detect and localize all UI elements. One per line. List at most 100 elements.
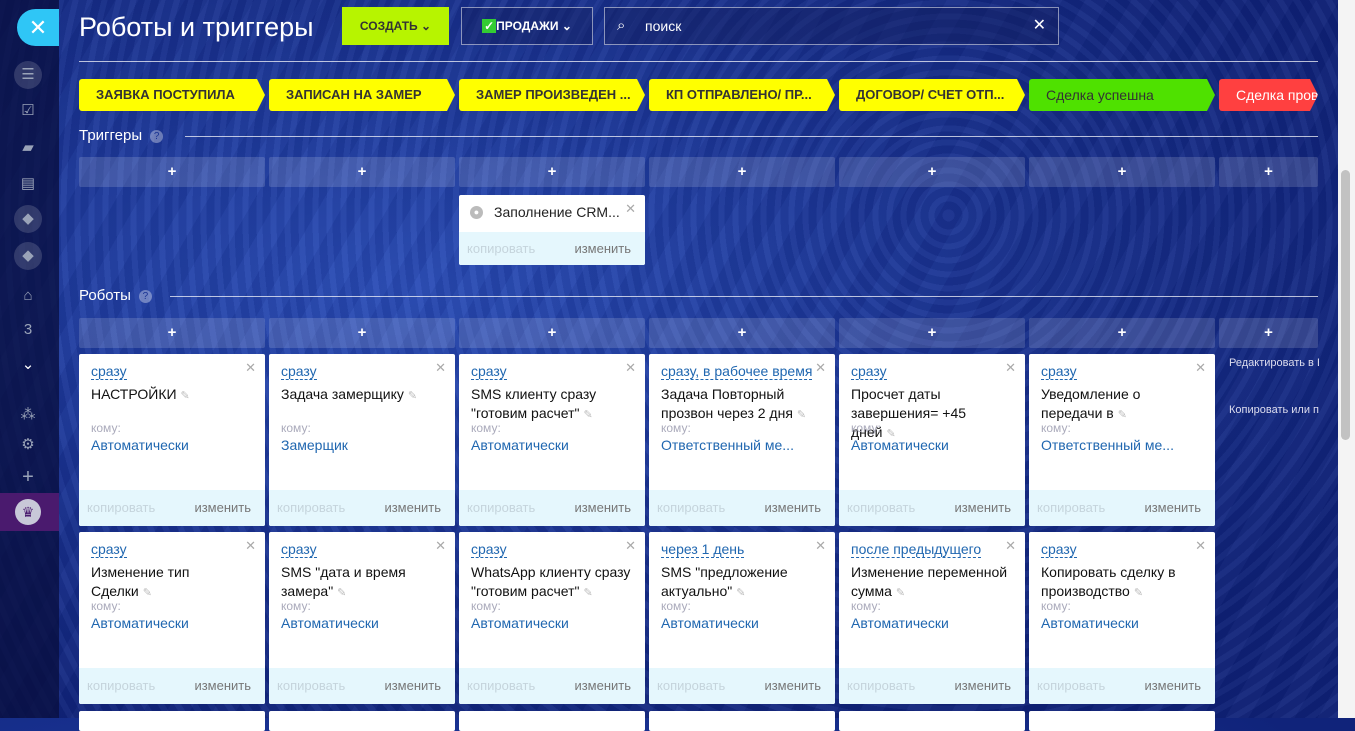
copy-button[interactable]: копировать xyxy=(467,232,535,265)
crown-button[interactable]: ♛ xyxy=(0,493,59,531)
add-trigger-button[interactable]: + xyxy=(269,157,455,187)
robot-card[interactable]: сразу ✕ SMS клиенту сразу "готовим расче… xyxy=(459,354,645,526)
robot-card[interactable]: сразу ✕ Уведомление о передачи в ✎ кому: … xyxy=(1029,354,1215,526)
responsible-link[interactable]: Замерщик xyxy=(281,437,348,453)
stage-2[interactable]: ЗАМЕР ПРОИЗВЕДЕН ... xyxy=(459,79,645,111)
add-robot-button[interactable]: + xyxy=(459,318,645,348)
copy-button[interactable]: копировать xyxy=(1037,490,1105,526)
delay-link[interactable]: сразу xyxy=(91,541,127,558)
box-icon[interactable]: ◆ xyxy=(14,242,42,270)
responsible-link[interactable]: Автоматически xyxy=(471,437,569,453)
copy-button[interactable]: копировать xyxy=(847,490,915,526)
delay-link[interactable]: сразу xyxy=(281,541,317,558)
copy-robots-link[interactable]: Копировать или перенести роботов xyxy=(1229,402,1319,418)
close-icon[interactable]: ✕ xyxy=(625,201,636,217)
edit-button[interactable]: изменить xyxy=(764,490,821,526)
responsible-link[interactable]: Автоматически xyxy=(91,615,189,631)
copy-button[interactable]: копировать xyxy=(87,490,155,526)
pencil-icon[interactable]: ✎ xyxy=(181,390,190,402)
add-trigger-button[interactable]: + xyxy=(79,157,265,187)
trigger-card[interactable]: ● Заполнение CRM... ✕ копировать изменить xyxy=(459,195,645,265)
responsible-link[interactable]: Автоматически xyxy=(1041,615,1139,631)
tasks-icon[interactable]: ☑ xyxy=(14,97,42,125)
pencil-icon[interactable]: ✎ xyxy=(583,587,592,599)
delay-link[interactable]: сразу xyxy=(1041,363,1077,380)
close-icon[interactable]: ✕ xyxy=(1005,360,1016,376)
add-robot-button[interactable]: + xyxy=(839,318,1025,348)
pencil-icon[interactable]: ✎ xyxy=(408,390,417,402)
robot-card[interactable]: сразу ✕ Изменение тип Сделки ✎ кому: Авто… xyxy=(79,532,265,704)
chevron-down-icon[interactable]: ⌄ xyxy=(14,351,42,379)
edit-in-bp-link[interactable]: Редактировать в Бизнес-процессе xyxy=(1229,355,1319,371)
copy-button[interactable]: копировать xyxy=(87,668,155,704)
robot-card[interactable] xyxy=(269,711,455,731)
stage-1[interactable]: ЗАПИСАН НА ЗАМЕР xyxy=(269,79,455,111)
responsible-link[interactable]: Автоматически xyxy=(91,437,189,453)
add-robot-button[interactable]: + xyxy=(79,318,265,348)
edit-button[interactable]: изменить xyxy=(574,668,631,704)
close-icon[interactable]: ✕ xyxy=(1005,538,1016,554)
close-icon[interactable]: ✕ xyxy=(245,360,256,376)
close-icon[interactable]: ✕ xyxy=(625,538,636,554)
responsible-link[interactable]: Автоматически xyxy=(851,437,949,453)
add-robot-button[interactable]: + xyxy=(1219,318,1318,348)
close-icon[interactable]: ✕ xyxy=(815,538,826,554)
robot-card[interactable] xyxy=(459,711,645,731)
close-icon[interactable]: ✕ xyxy=(815,360,826,376)
box-icon[interactable]: ◆ xyxy=(14,205,42,233)
robot-card[interactable]: сразу ✕ Просчет даты завершения= +45 дне… xyxy=(839,354,1025,526)
pencil-icon[interactable]: ✎ xyxy=(896,587,905,599)
close-icon[interactable]: ✕ xyxy=(435,538,446,554)
edit-button[interactable]: изменить xyxy=(1144,490,1201,526)
close-button[interactable]: ✕ xyxy=(17,9,59,46)
scrollbar[interactable] xyxy=(1338,0,1355,718)
add-trigger-button[interactable]: + xyxy=(649,157,835,187)
close-icon[interactable]: ✕ xyxy=(625,360,636,376)
delay-link[interactable]: сразу, в рабочее время xyxy=(661,363,813,380)
add-robot-button[interactable]: + xyxy=(649,318,835,348)
copy-button[interactable]: копировать xyxy=(277,668,345,704)
delay-link[interactable]: после предыдущего xyxy=(851,541,982,558)
add-trigger-button[interactable]: + xyxy=(839,157,1025,187)
responsible-link[interactable]: Ответственный ме... xyxy=(661,437,794,453)
pencil-icon[interactable]: ✎ xyxy=(143,587,152,599)
help-icon[interactable]: ? xyxy=(150,130,164,143)
stage-0[interactable]: ЗАЯВКА ПОСТУПИЛА xyxy=(79,79,265,111)
gear-icon[interactable]: ⚙ xyxy=(14,431,42,459)
delay-link[interactable]: через 1 день xyxy=(661,541,745,558)
pencil-icon[interactable]: ✎ xyxy=(736,587,745,599)
robot-card[interactable]: сразу ✕ Задача замерщику ✎ кому: Замерщик… xyxy=(269,354,455,526)
edit-button[interactable]: изменить xyxy=(574,490,631,526)
copy-button[interactable]: копировать xyxy=(467,490,535,526)
filter-icon[interactable]: ☰ xyxy=(14,61,42,89)
copy-button[interactable]: копировать xyxy=(277,490,345,526)
edit-button[interactable]: изменить xyxy=(574,232,631,265)
add-trigger-button[interactable]: + xyxy=(459,157,645,187)
pencil-icon[interactable]: ✎ xyxy=(1118,409,1127,421)
edit-button[interactable]: изменить xyxy=(384,668,441,704)
delay-link[interactable]: сразу xyxy=(281,363,317,380)
create-button[interactable]: СОЗДАТЬ ⌄ xyxy=(342,7,449,45)
pencil-icon[interactable]: ✎ xyxy=(1134,587,1143,599)
close-icon[interactable]: ✕ xyxy=(1195,538,1206,554)
robot-card[interactable]: сразу ✕ SMS "дата и время замера" ✎ кому:… xyxy=(269,532,455,704)
robot-card[interactable] xyxy=(1029,711,1215,731)
close-icon[interactable]: ✕ xyxy=(435,360,446,376)
search-input[interactable]: ⌕ поиск ✕ xyxy=(604,7,1059,45)
delay-link[interactable]: сразу xyxy=(91,363,127,380)
delay-link[interactable]: сразу xyxy=(471,541,507,558)
robot-card[interactable]: сразу ✕ НАСТРОЙКИ ✎ кому: Автоматически к… xyxy=(79,354,265,526)
help-icon[interactable]: ? xyxy=(138,290,152,303)
delay-link[interactable]: сразу xyxy=(1041,541,1077,558)
delay-link[interactable]: сразу xyxy=(851,363,887,380)
stage-5[interactable]: Сделка успешна xyxy=(1029,79,1215,111)
responsible-link[interactable]: Автоматически xyxy=(661,615,759,631)
edit-button[interactable]: изменить xyxy=(1144,668,1201,704)
add-robot-button[interactable]: + xyxy=(1029,318,1215,348)
responsible-link[interactable]: Автоматически xyxy=(471,615,569,631)
delay-link[interactable]: сразу xyxy=(471,363,507,380)
pencil-icon[interactable]: ✎ xyxy=(797,409,806,421)
robot-card[interactable]: сразу, в рабочее время ✕ Задача Повторны… xyxy=(649,354,835,526)
copy-button[interactable]: копировать xyxy=(847,668,915,704)
copy-button[interactable]: копировать xyxy=(657,668,725,704)
